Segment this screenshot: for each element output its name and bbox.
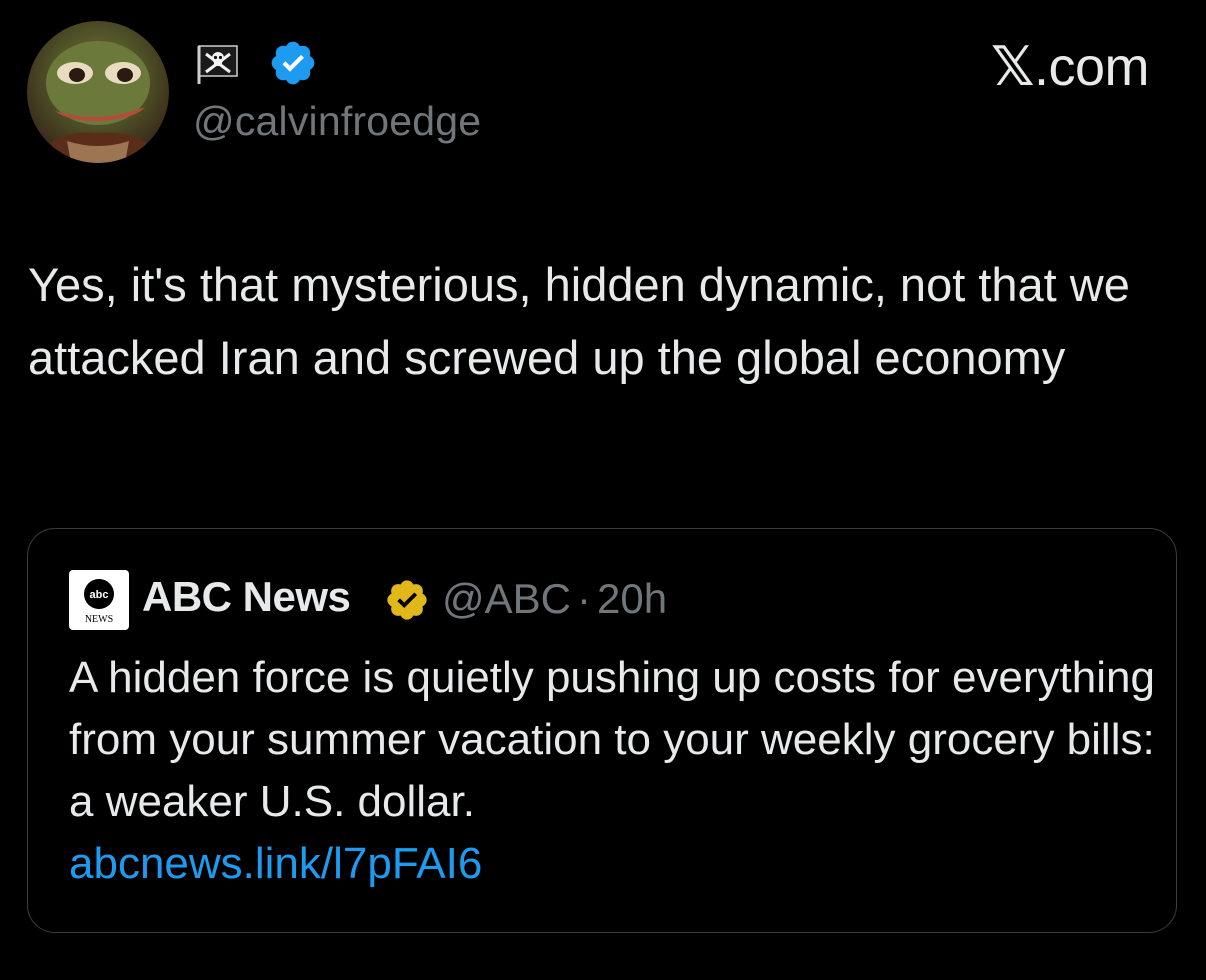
quoted-link[interactable]: abcnews.link/l7pFAI6 — [69, 839, 482, 888]
author-handle[interactable]: @calvinfroedge — [193, 98, 481, 145]
quoted-text: A hidden force is quietly pushing up cos… — [69, 647, 1159, 895]
quoted-tweet[interactable]: abc NEWS ABC News @ABC · 20h A hidden forc… — [27, 528, 1177, 933]
abc-news-logo-icon: abc NEWS — [69, 570, 129, 630]
quoted-handle[interactable]: @ABC — [442, 575, 571, 622]
frog-avatar-image — [37, 41, 159, 163]
verified-badge-icon — [271, 41, 315, 85]
quoted-time[interactable]: 20h — [597, 575, 667, 622]
x-com-watermark: 𝕏.com — [990, 35, 1150, 98]
meta-separator: · — [577, 575, 591, 622]
logo-bottom-text: NEWS — [85, 614, 113, 625]
pirate-flag-icon — [197, 45, 238, 84]
quoted-author-name[interactable]: ABC News — [142, 573, 351, 621]
gold-verified-badge-icon — [387, 580, 427, 620]
logo-top-text: abc — [90, 589, 109, 601]
avatar[interactable] — [27, 21, 169, 163]
tweet-text: Yes, it's that mysterious, hidden dynami… — [28, 258, 1130, 384]
brand-suffix: .com — [1033, 37, 1150, 97]
quoted-meta: @ABC · 20h — [442, 575, 667, 623]
x-logo-icon: 𝕏 — [990, 35, 1035, 98]
quoted-body: A hidden force is quietly pushing up cos… — [69, 653, 1155, 826]
